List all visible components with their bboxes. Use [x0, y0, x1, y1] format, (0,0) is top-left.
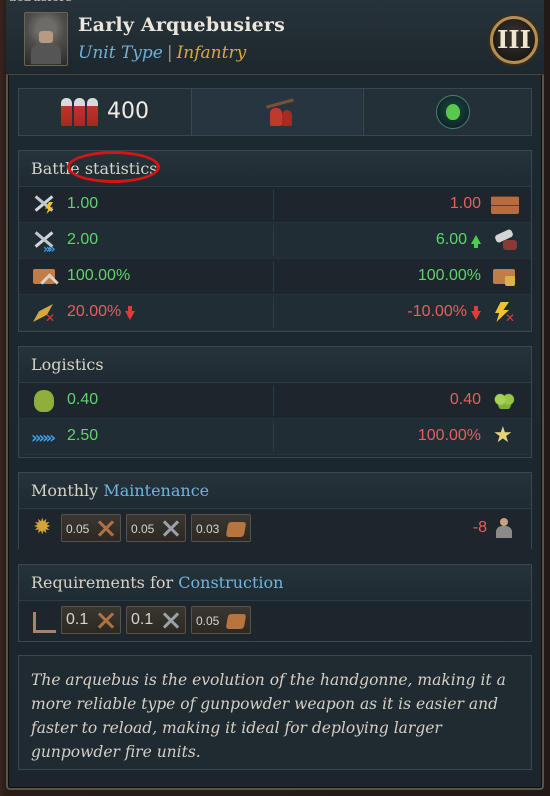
logistics-row: 0.40 0.40 — [19, 383, 531, 419]
musketeer-icon — [264, 98, 294, 128]
experience-value: 100.00% — [417, 427, 481, 444]
construction-costs: 0.1 0.1 0.05 — [19, 601, 531, 641]
stat-row: ✕ 20.00% -10.00% ✕ — [19, 295, 531, 331]
men-count: 400 — [107, 99, 149, 124]
food-sack-icon — [31, 388, 57, 412]
stat-row: 100.00% 100.00% — [19, 259, 531, 295]
shock-value-wrap: -10.00% — [407, 303, 481, 321]
star-icon: ★ — [493, 423, 513, 448]
cost-chip[interactable]: 0.1 — [126, 606, 186, 634]
unit-type-value: Infantry — [176, 43, 247, 63]
melee-attack-value: 1.00 — [67, 195, 99, 212]
soldiers-icon — [61, 98, 99, 126]
cost-amount: 0.1 — [131, 611, 154, 628]
supply-out-value: 100.00% — [67, 267, 131, 284]
cost-chip[interactable]: 0.1 — [61, 606, 121, 634]
logistics-title: Logistics — [19, 347, 531, 383]
battle-statistics-title: Battle statistics — [19, 151, 531, 187]
title-word-construction: Construction — [178, 573, 284, 592]
cost-chip[interactable]: 0.05 — [191, 606, 251, 634]
movement-icon: »»» — [31, 428, 56, 447]
men-cell: 400 — [19, 89, 189, 135]
bricks-icon — [491, 192, 519, 216]
construction-title: Requirements for Construction — [19, 565, 531, 601]
up-arrow-icon — [471, 235, 481, 248]
iron-tools-icon — [159, 611, 181, 631]
cost-chip[interactable]: 0.05 — [126, 514, 186, 542]
wood-crossed-icon — [94, 519, 116, 539]
battle-statistics-section: Battle statistics 1.00 1.00 »» 2.00 6.00… — [18, 150, 532, 332]
melee-attack-icon — [31, 192, 57, 216]
speed-value: 6.00 — [435, 231, 467, 248]
lightning-icon: ✕ — [491, 300, 517, 324]
down-arrow-icon — [125, 306, 136, 320]
charge-attack-icon: »» — [31, 228, 57, 256]
down-arrow-icon — [471, 306, 481, 320]
stat-row: »» 2.00 6.00 — [19, 223, 531, 259]
horn-icon: ✕ — [31, 300, 57, 324]
cost-amount: 0.1 — [66, 611, 89, 628]
wood-crossed-icon — [94, 611, 116, 631]
cost-chip[interactable]: 0.03 — [191, 514, 251, 542]
potion-cell[interactable] — [363, 89, 532, 135]
unit-type-separator: | — [166, 43, 173, 63]
potion-icon — [436, 95, 470, 129]
workshop-icon — [31, 608, 57, 633]
morale-value-wrap: 20.00% — [67, 303, 136, 321]
maintenance-section: Monthly Maintenance ✹ 0.05 0.05 0.03 -8 — [18, 472, 532, 549]
leather-icon — [224, 611, 247, 631]
movement-value: 2.50 — [67, 427, 99, 444]
cost-amount: 0.05 — [131, 522, 155, 536]
logistics-row: »»» 2.50 100.00% ★ — [19, 419, 531, 455]
construction-section: Requirements for Construction 0.1 0.1 0.… — [18, 564, 532, 642]
cost-amount: 0.05 — [196, 614, 220, 628]
forage-icon — [491, 388, 517, 412]
stat-row: 1.00 1.00 — [19, 187, 531, 223]
forage-value: 0.40 — [449, 391, 481, 408]
supply-locked-value: 100.00% — [417, 267, 481, 284]
maintenance-costs: ✹ 0.05 0.05 0.03 -8 — [19, 509, 531, 549]
unit-name: Early Arquebusiers — [78, 14, 286, 36]
food-consumption-value: 0.40 — [67, 391, 99, 408]
clipped-label: uebusiers — [8, 0, 72, 4]
clipped-title-text: uebusiers 75 — [6, 0, 126, 8]
maintenance-title: Monthly Maintenance — [19, 473, 531, 509]
morale-value: 20.00% — [67, 303, 122, 320]
unit-portrait — [24, 12, 68, 66]
charge-value: 2.00 — [67, 231, 99, 248]
title-word-maintenance: Maintenance — [103, 481, 210, 500]
red-highlight-circle — [67, 151, 160, 183]
unit-class-cell[interactable] — [191, 89, 362, 135]
unit-summary-row: 400 — [18, 88, 532, 136]
tier-badge: III — [490, 16, 538, 64]
defense-value: 1.00 — [449, 195, 481, 212]
title-words-requirements: Requirements for — [31, 573, 174, 592]
iron-tools-icon — [159, 519, 181, 539]
manpower-cost-value: -8 — [472, 519, 487, 536]
locked-crate-icon — [491, 264, 517, 288]
unit-type-line: Unit Type | Infantry — [78, 43, 246, 63]
logistics-section: Logistics 0.40 0.40 »»» 2.50 100.00% ★ — [18, 346, 532, 458]
shock-value: -10.00% — [407, 303, 467, 320]
leather-icon — [224, 519, 247, 539]
unit-header: uebusiers 75 Early Arquebusiers Unit Typ… — [6, 0, 544, 75]
speed-value-wrap: 6.00 — [436, 231, 481, 249]
cost-amount: 0.03 — [196, 522, 220, 536]
title-word-monthly: Monthly — [31, 481, 99, 500]
unit-description: The arquebus is the evolution of the han… — [18, 655, 532, 770]
manpower-icon — [491, 516, 517, 540]
gold-gear-icon: ✹ — [33, 515, 52, 540]
unit-type-label: Unit Type — [78, 43, 163, 63]
cost-amount: 0.05 — [66, 522, 90, 536]
winged-boot-icon — [491, 228, 517, 252]
supply-out-icon — [31, 264, 59, 292]
cost-chip[interactable]: 0.05 — [61, 514, 121, 542]
